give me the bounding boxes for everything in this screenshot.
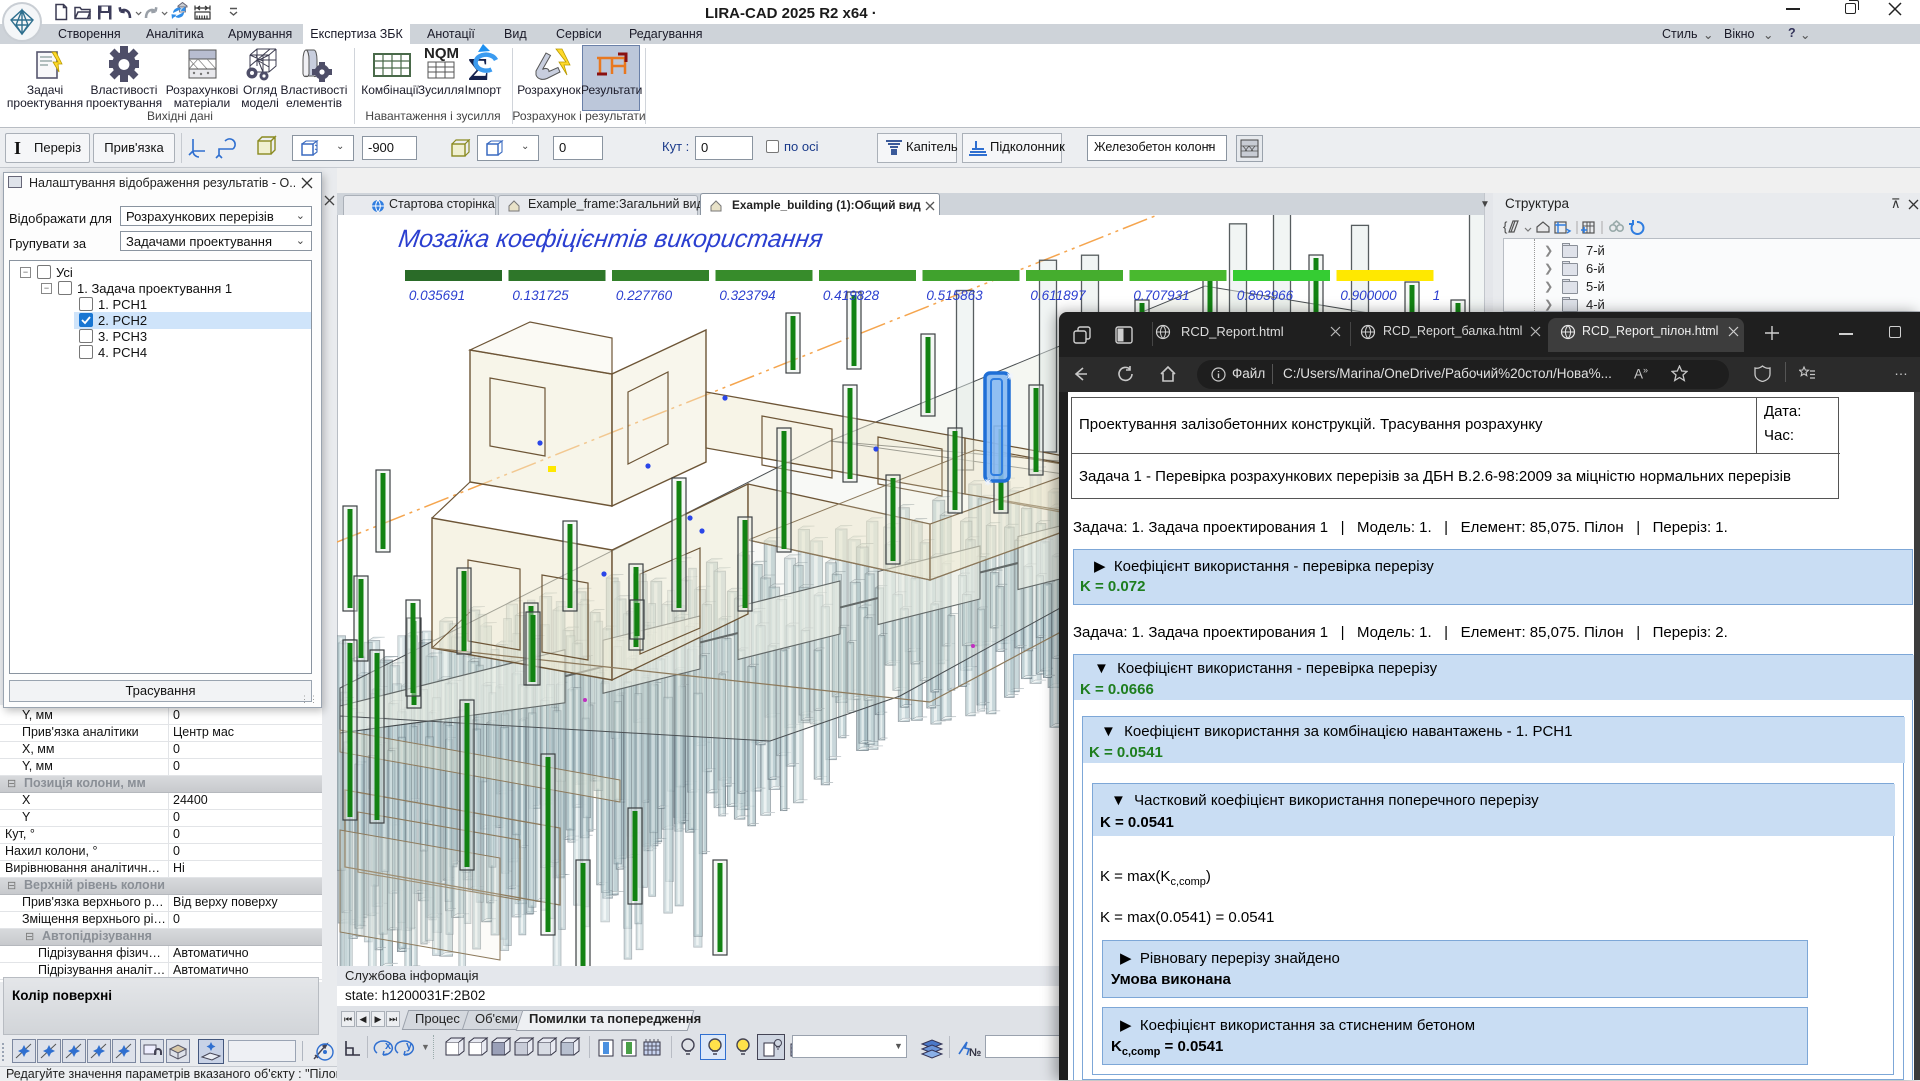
svg-text:0.611897: 0.611897 [1030,288,1086,303]
svg-text:NQM: NQM [424,45,459,62]
svg-text:0.131725: 0.131725 [512,288,569,303]
svg-text:Мозаїка коефіцієнтів використа: Мозаїка коефіцієнтів використання [397,225,825,253]
svg-text:0.323794: 0.323794 [719,288,775,303]
svg-text:0.900000: 0.900000 [1340,288,1397,303]
svg-text:0.035691: 0.035691 [409,288,465,303]
svg-text:{: { [1503,219,1508,234]
svg-text:№: № [969,1047,981,1059]
svg-text:0.227760: 0.227760 [616,288,673,303]
svg-text:0.707931: 0.707931 [1133,288,1189,303]
svg-text:0.515863: 0.515863 [926,288,983,303]
svg-text:0.803966: 0.803966 [1237,288,1294,303]
svg-text:x: x [385,1040,392,1052]
svg-text:0.419828: 0.419828 [823,288,880,303]
svg-text:y: y [406,1040,413,1052]
svg-text:1: 1 [1433,288,1441,303]
